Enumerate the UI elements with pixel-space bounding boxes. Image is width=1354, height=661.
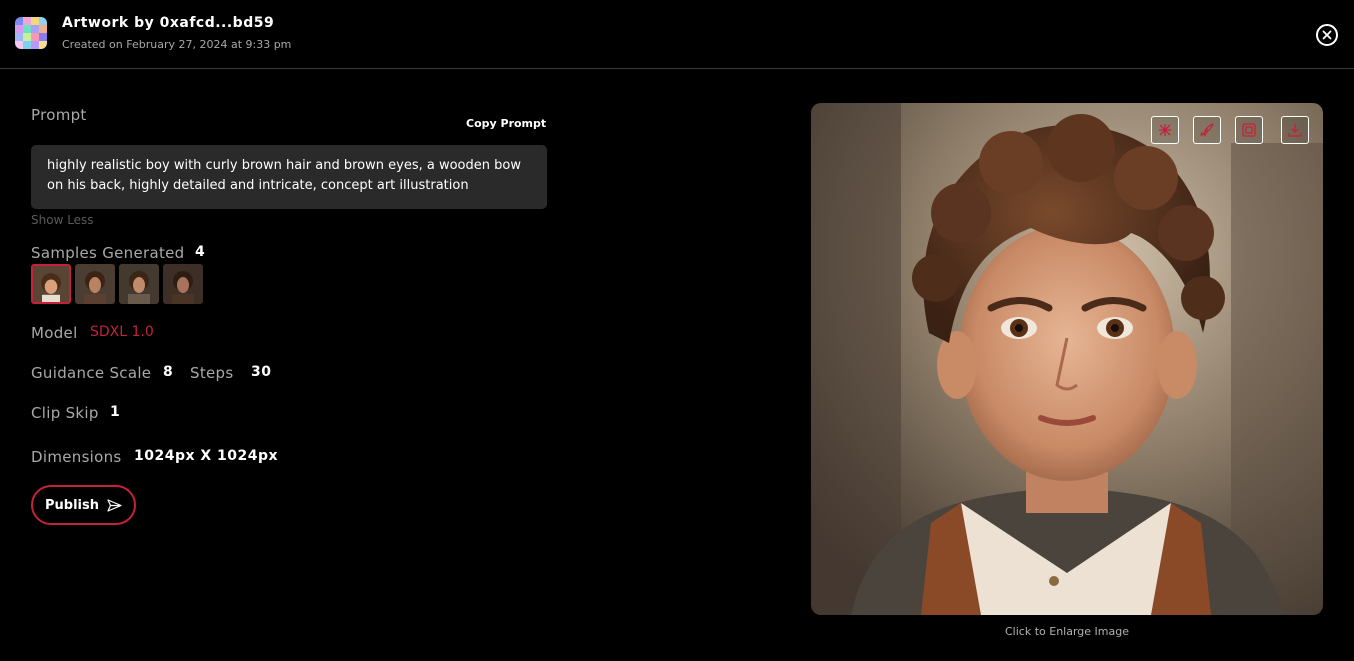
model-label: Model: [31, 324, 78, 342]
download-button[interactable]: [1281, 116, 1309, 144]
publish-label: Publish: [45, 497, 99, 513]
enlarge-image-hint[interactable]: Click to Enlarge Image: [811, 625, 1323, 638]
samples-label: Samples Generated: [31, 244, 185, 262]
sample-thumbnail[interactable]: [119, 264, 159, 304]
remix-icon: [1159, 124, 1171, 136]
upscale-icon: [1242, 123, 1256, 137]
dimensions-value: 1024px X 1024px: [134, 448, 279, 464]
steps-value: 30: [251, 364, 272, 380]
clip-skip-label: Clip Skip: [31, 404, 99, 422]
sample-thumbnail[interactable]: [163, 264, 203, 304]
guidance-scale-label: Guidance Scale: [31, 364, 152, 382]
generated-image[interactable]: [811, 103, 1323, 615]
close-button[interactable]: [1316, 24, 1338, 46]
close-icon: [1322, 30, 1332, 40]
clip-skip-value: 1: [110, 404, 121, 420]
dimensions-label: Dimensions: [31, 448, 122, 466]
prompt-text: highly realistic boy with curly brown ha…: [31, 145, 547, 209]
sample-thumbnails: [31, 264, 203, 304]
modal-header: Artwork by 0xafcd...bd59 Created on Febr…: [0, 0, 1354, 69]
copy-prompt-button[interactable]: Copy Prompt: [466, 117, 546, 130]
steps-label: Steps: [190, 364, 234, 382]
sample-thumbnail[interactable]: [75, 264, 115, 304]
boost-icon: [1200, 123, 1214, 137]
download-icon: [1288, 124, 1302, 137]
artwork-title: Artwork by 0xafcd...bd59: [62, 15, 275, 31]
prompt-label: Prompt: [31, 106, 87, 124]
guidance-scale-value: 8: [163, 364, 174, 380]
publish-button[interactable]: Publish: [31, 485, 136, 525]
sample-thumbnail[interactable]: [31, 264, 71, 304]
model-value: SDXL 1.0: [90, 324, 154, 340]
show-less-toggle[interactable]: Show Less: [31, 213, 94, 227]
samples-count: 4: [195, 244, 206, 260]
send-icon: [107, 498, 122, 512]
creator-avatar: [15, 17, 47, 49]
created-date: Created on February 27, 2024 at 9:33 pm: [62, 38, 292, 51]
boost-button[interactable]: [1193, 116, 1221, 144]
artwork-image: [811, 103, 1323, 615]
remix-button[interactable]: [1151, 116, 1179, 144]
upscale-button[interactable]: [1235, 116, 1263, 144]
